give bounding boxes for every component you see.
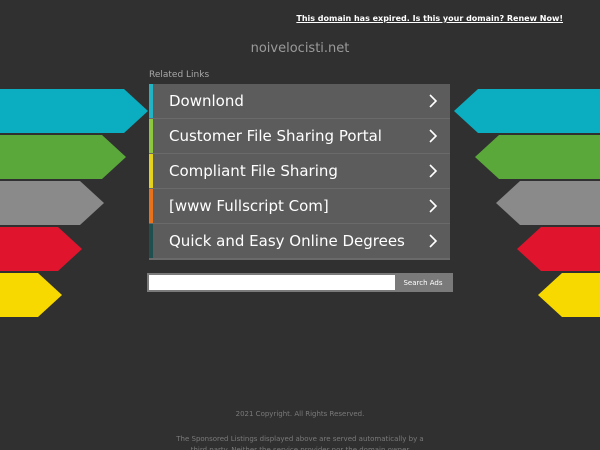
left-arrow-green xyxy=(0,135,126,179)
copyright-text: 2021 Copyright. All Rights Reserved. xyxy=(235,410,365,418)
chevron-right-icon xyxy=(422,84,444,118)
renew-domain-link[interactable]: This domain has expired. Is this your do… xyxy=(296,14,563,23)
chevron-right-icon xyxy=(422,189,444,223)
related-link-label: [www Fullscript Com] xyxy=(169,197,329,215)
related-link-quick-and-easy-online-degrees[interactable]: Quick and Easy Online Degrees xyxy=(149,224,450,258)
related-link-customer-file-sharing-portal[interactable]: Customer File Sharing Portal xyxy=(149,119,450,153)
related-link-downlond[interactable]: Downlond xyxy=(149,84,450,118)
right-arrow-red xyxy=(517,227,600,271)
left-arrow-cyan xyxy=(0,89,148,133)
right-arrow-cyan xyxy=(454,89,600,133)
related-link-compliant-file-sharing[interactable]: Compliant File Sharing xyxy=(149,154,450,188)
related-link-label: Compliant File Sharing xyxy=(169,162,338,180)
related-links-list: Downlond Customer File Sharing Portal Co… xyxy=(149,84,450,260)
chevron-right-icon xyxy=(422,154,444,188)
search-input[interactable] xyxy=(149,275,395,290)
related-link-label: Customer File Sharing Portal xyxy=(169,127,382,145)
left-arrow-gray xyxy=(0,181,104,225)
right-arrow-gray xyxy=(496,181,600,225)
sponsored-disclaimer: The Sponsored Listings displayed above a… xyxy=(176,435,424,450)
left-arrow-yellow xyxy=(0,273,62,317)
right-arrow-green xyxy=(475,135,600,179)
related-link-label: Downlond xyxy=(169,92,244,110)
right-arrow-yellow xyxy=(538,273,600,317)
domain-name: noivelocisti.net xyxy=(250,41,350,56)
chevron-right-icon xyxy=(422,119,444,153)
parked-domain-page: This domain has expired. Is this your do… xyxy=(0,0,600,450)
chevron-right-icon xyxy=(422,224,444,258)
left-arrow-red xyxy=(0,227,82,271)
related-link-www-fullscript-com[interactable]: [www Fullscript Com] xyxy=(149,189,450,223)
related-link-label: Quick and Easy Online Degrees xyxy=(169,232,405,250)
search-ads-button[interactable]: Search Ads xyxy=(395,275,451,290)
related-links-heading: Related Links xyxy=(149,70,210,80)
search-bar: Search Ads xyxy=(147,273,453,292)
